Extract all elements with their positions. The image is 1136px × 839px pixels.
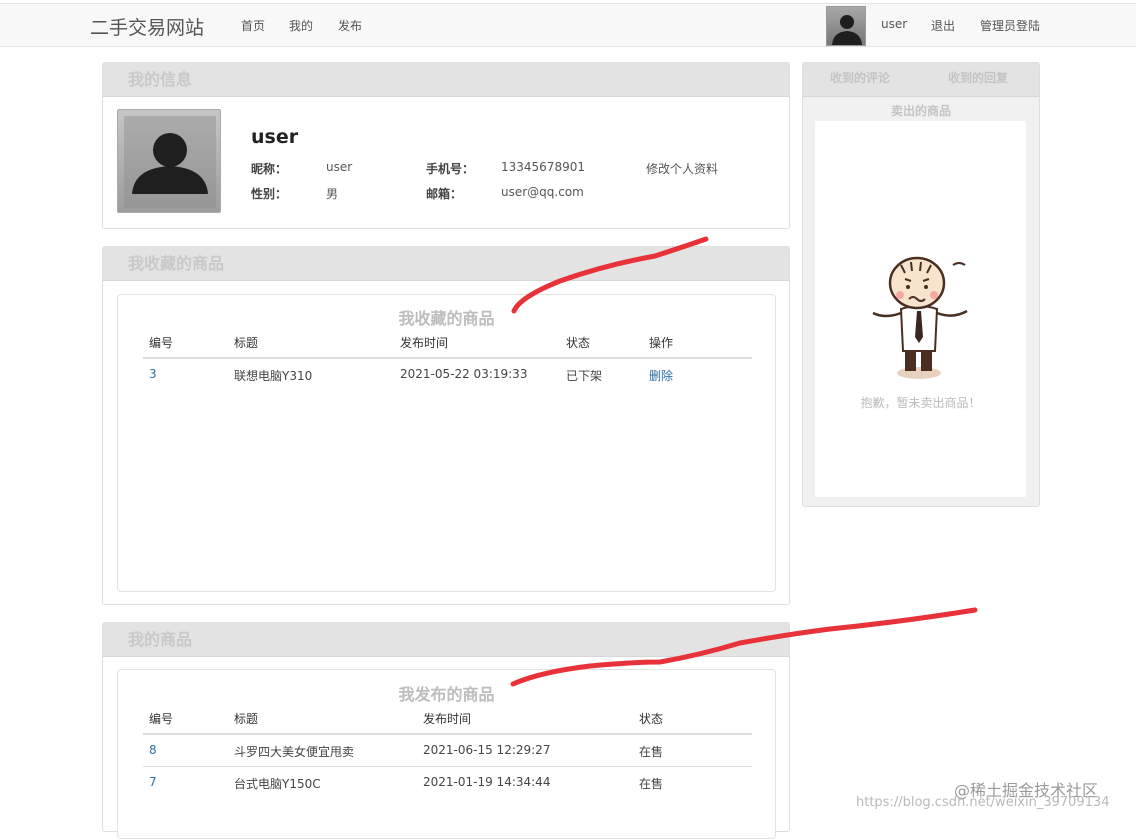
annotation-stroke-my-goods [510, 607, 978, 687]
annotation-stroke-favorites [511, 236, 709, 314]
red-annotation-strokes [510, 236, 978, 687]
watermark-url: https://blog.csdn.net/weixin_39709134 [856, 795, 1110, 810]
